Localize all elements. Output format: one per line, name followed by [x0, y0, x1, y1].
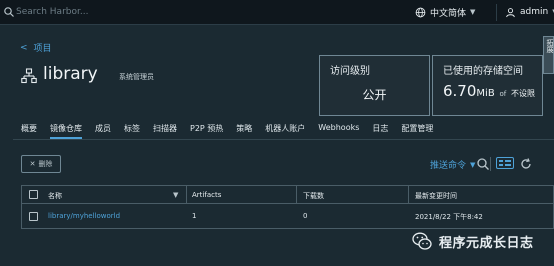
tab-p2p-preheat[interactable]: P2P 预热 [190, 123, 223, 135]
push-label: 推送命令 [430, 161, 467, 171]
storage-label: 已使用的存储空间 [443, 66, 523, 77]
project-role: 系统管理员 [119, 73, 154, 81]
search-icon [4, 7, 14, 17]
tab-summary[interactable]: 概要 [21, 123, 37, 135]
tab-logs[interactable]: 日志 [372, 123, 388, 135]
wechat-icon [412, 232, 432, 250]
delete-button[interactable]: ✕ 删除 [21, 155, 61, 173]
delete-label: 删除 [38, 160, 53, 168]
tab-policy[interactable]: 策略 [236, 123, 252, 135]
column-pulls[interactable]: 下载数 [303, 191, 324, 201]
top-bar: 中文简体 ▼ admin ▼ [0, 0, 554, 25]
language-label: 中文简体 [430, 8, 467, 19]
column-separator [408, 186, 409, 204]
storage-of: of [499, 90, 507, 98]
watermark-text: 程序元成长日志 [439, 235, 534, 251]
tab-robot-accounts[interactable]: 机器人账户 [265, 123, 305, 135]
repositories-table: 名称 ▼ Artifacts 下载数 最新变更时间 library/myhell… [21, 185, 554, 229]
language-selector[interactable]: 中文简体 ▼ [415, 5, 475, 19]
access-level-value: 公开 [362, 88, 387, 102]
back-label: 项目 [33, 44, 52, 54]
toolbar-divider [490, 157, 491, 171]
storage-value: 6.70 [443, 82, 477, 100]
storage-value-line: 6.70MiB of 不设限 [443, 82, 535, 100]
user-menu[interactable]: admin ▼ [505, 5, 554, 19]
filter-icon[interactable]: ▼ [173, 191, 178, 199]
search-input[interactable] [16, 4, 166, 20]
column-name[interactable]: 名称 [48, 191, 62, 201]
storage-card: 已使用的存储空间 6.70MiB of 不设限 [432, 55, 543, 116]
username: admin [520, 7, 549, 17]
side-extension-tab[interactable]: 拓展 [543, 36, 554, 74]
storage-limit: 不设限 [511, 89, 535, 98]
user-icon [506, 7, 515, 17]
tab-configuration[interactable]: 配置管理 [401, 123, 433, 135]
last-modified-time: 2021/8/22 下午8:42 [415, 213, 483, 221]
tab-webhooks[interactable]: Webhooks [318, 123, 359, 135]
storage-unit: MiB [476, 88, 495, 99]
organization-icon [21, 68, 37, 84]
artifacts-count: 1 [192, 212, 197, 220]
search-icon[interactable] [476, 157, 490, 171]
column-artifacts[interactable]: Artifacts [192, 191, 221, 199]
column-separator [296, 186, 297, 204]
row-checkbox[interactable] [29, 212, 38, 221]
back-to-projects-link[interactable]: < 项目 [20, 41, 52, 55]
table-header: 名称 ▼ Artifacts 下载数 最新变更时间 [22, 186, 553, 204]
tab-labels[interactable]: 标签 [124, 123, 140, 135]
side-tab-label: 拓展 [546, 39, 554, 53]
close-icon: ✕ [29, 160, 36, 168]
push-command-dropdown[interactable]: 推送命令 ▼ [430, 158, 476, 172]
select-all-checkbox[interactable] [29, 190, 38, 199]
tab-repositories[interactable]: 镜像仓库 [50, 123, 82, 139]
tab-members[interactable]: 成员 [95, 123, 111, 135]
tab-scanner[interactable]: 扫描器 [153, 123, 177, 135]
refresh-icon[interactable] [519, 157, 533, 171]
chevron-down-icon: ▼ [470, 8, 476, 16]
pull-count: 0 [303, 212, 308, 220]
globe-icon [415, 7, 426, 17]
divider [496, 4, 497, 21]
tabs-divider [13, 139, 554, 140]
repository-link[interactable]: library/myhelloworld [48, 212, 120, 220]
project-tabs: 概要 镜像仓库 成员 标签 扫描器 P2P 预热 策略 机器人账户 Webhoo… [21, 123, 446, 139]
access-level-label: 访问级别 [330, 66, 370, 77]
view-toggle-icon[interactable] [496, 157, 514, 169]
chevron-down-icon: ▼ [470, 160, 476, 169]
chevron-left-icon: < [20, 42, 28, 53]
project-title: library [43, 64, 98, 84]
access-level-card: 访问级别 公开 [319, 55, 430, 116]
watermark: 程序元成长日志 [411, 226, 554, 256]
column-last-modified[interactable]: 最新变更时间 [415, 191, 457, 201]
column-separator [186, 186, 187, 204]
